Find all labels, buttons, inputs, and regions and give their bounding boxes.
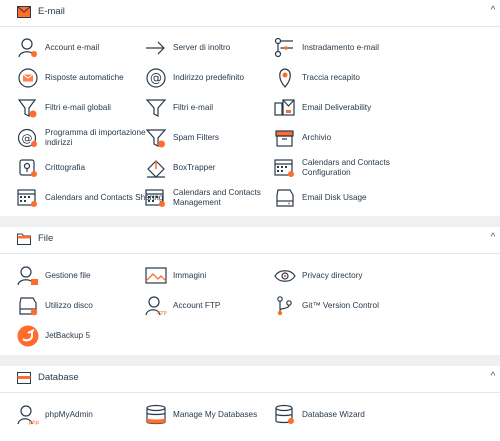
svg-text:FTP: FTP xyxy=(157,311,167,317)
folder-icon xyxy=(17,233,31,247)
file-manager-icon xyxy=(17,265,39,287)
archive-box-icon xyxy=(274,127,296,149)
item-label: Email Disk Usage xyxy=(302,193,367,202)
calendar-share-icon xyxy=(17,187,39,209)
jetbackup-icon xyxy=(17,325,39,347)
git-icon xyxy=(274,295,296,317)
file-section-header[interactable]: File ^ xyxy=(0,227,500,254)
ftp-account-icon: FTP xyxy=(145,295,167,317)
database-header-icon xyxy=(17,372,31,386)
svg-text:php: php xyxy=(29,420,39,426)
phpmyadmin-icon: php xyxy=(17,404,39,426)
item-label: Privacy directory xyxy=(302,271,363,280)
item-label: Calendars and Contacts Configuration xyxy=(302,158,390,177)
svg-text:@: @ xyxy=(150,71,162,85)
svg-text:@: @ xyxy=(22,132,33,145)
disk-icon xyxy=(17,295,39,317)
address-import-icon: @ xyxy=(17,127,39,149)
boxtrapper-icon xyxy=(145,157,167,179)
email-section-title: E-mail xyxy=(38,6,65,17)
database-section-title: Database xyxy=(38,372,79,383)
database-wizard-icon xyxy=(274,404,296,426)
calendar-manage-icon xyxy=(145,187,167,209)
email-section-header[interactable]: E-mail ^ xyxy=(0,0,500,27)
spam-filter-icon xyxy=(145,127,167,149)
database-icon xyxy=(145,404,167,426)
item-label: Database Wizard xyxy=(302,410,365,419)
filter-icon xyxy=(145,97,167,119)
calendar-config-icon xyxy=(274,157,296,179)
envelope-icon xyxy=(17,6,31,20)
chevron-up-icon[interactable]: ^ xyxy=(486,232,500,244)
images-icon xyxy=(145,265,167,287)
encryption-key-icon xyxy=(17,157,39,179)
global-filter-icon xyxy=(17,97,39,119)
item-label: Instradamento e-mail xyxy=(302,43,379,52)
auto-reply-icon xyxy=(17,67,39,89)
chevron-up-icon[interactable]: ^ xyxy=(486,371,500,383)
deliverability-icon xyxy=(274,97,296,119)
item-label: Traccia recapito xyxy=(302,73,360,82)
database-section: Database ^ php phpMyAdmin Manage My Data… xyxy=(0,366,500,441)
file-section: File ^ Gestione file Immagini Privacy di… xyxy=(0,227,500,355)
forwarder-arrow-icon xyxy=(145,37,167,59)
email-section: E-mail ^ Account e-mail Server di inoltr… xyxy=(0,0,500,216)
disk-usage-icon xyxy=(274,187,296,209)
routing-icon xyxy=(274,37,296,59)
item-label: Email Deliverability xyxy=(302,103,372,112)
user-icon xyxy=(17,37,39,59)
item-label: JetBackup 5 xyxy=(45,331,91,340)
chevron-up-icon[interactable]: ^ xyxy=(486,5,500,17)
database-section-header[interactable]: Database ^ xyxy=(0,366,500,393)
at-sign-icon: @ xyxy=(145,67,167,89)
item-label: Git™ Version Control xyxy=(302,301,379,310)
location-pin-icon xyxy=(274,67,296,89)
eye-icon xyxy=(274,265,296,287)
file-section-title: File xyxy=(38,233,54,244)
item-label: Archivio xyxy=(302,133,332,142)
